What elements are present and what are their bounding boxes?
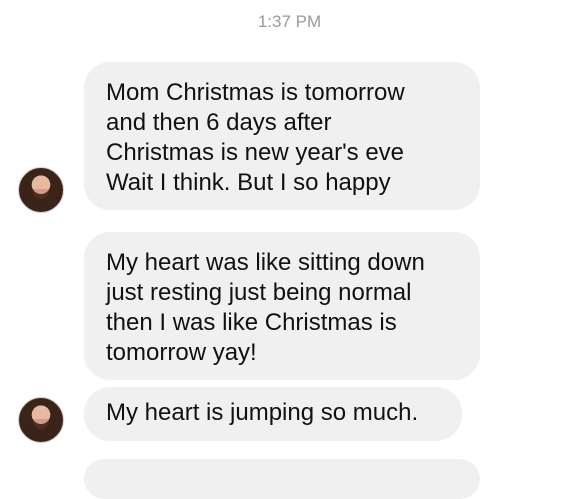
sender-avatar[interactable]	[18, 397, 64, 443]
sender-avatar[interactable]	[18, 167, 64, 213]
incoming-message-bubble[interactable]: My heart is jumping so much.	[84, 387, 462, 441]
incoming-message-bubble[interactable]: My heart was like sitting down just rest…	[84, 232, 480, 380]
incoming-message-bubble-partial[interactable]	[84, 459, 480, 499]
message-timestamp: 1:37 PM	[257, 12, 322, 31]
incoming-message-bubble[interactable]: Mom Christmas is tomorrow and then 6 day…	[84, 62, 480, 210]
